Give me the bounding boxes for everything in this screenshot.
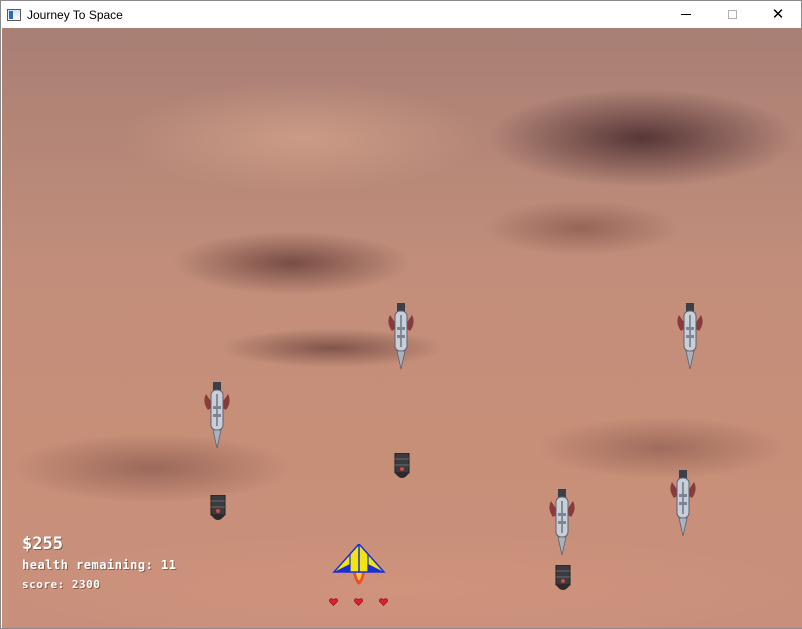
enemy-bomb	[394, 453, 410, 478]
minimize-button[interactable]	[663, 1, 709, 28]
close-icon: ✕	[771, 5, 785, 23]
heart-icon	[329, 598, 338, 606]
app-window-icon	[7, 8, 21, 21]
enemy-fighter	[677, 303, 703, 370]
maximize-button[interactable]	[709, 1, 755, 28]
enemy-bomb	[210, 495, 226, 520]
heart-icon	[379, 598, 388, 606]
close-button[interactable]: ✕	[755, 1, 801, 28]
maximize-icon	[727, 10, 737, 19]
health-remaining: health remaining: 11	[22, 558, 177, 572]
score-counter: score: 2300	[22, 578, 101, 591]
enemy-fighter	[549, 489, 575, 556]
enemy-bomb	[555, 565, 571, 590]
money-counter: $255	[22, 534, 63, 554]
game-canvas[interactable]: $255 health remaining: 11 score: 2300	[2, 28, 802, 628]
enemy-fighter	[204, 382, 230, 449]
enemy-fighter	[670, 470, 696, 537]
minimize-icon	[681, 14, 691, 15]
window-title: Journey To Space	[27, 7, 123, 22]
enemy-fighter	[388, 303, 414, 370]
app-window: Journey To Space ✕ $255 health remaining…	[0, 0, 802, 629]
player-ship[interactable]	[332, 544, 386, 604]
heart-icon	[354, 598, 363, 606]
title-bar[interactable]: Journey To Space ✕	[1, 1, 801, 28]
